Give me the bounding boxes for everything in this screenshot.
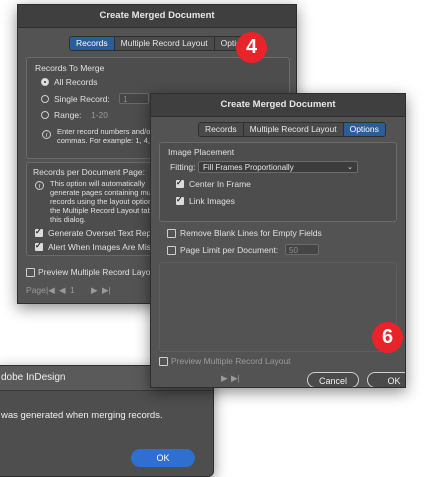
- records-per-page-info-3: records using the layout option: [50, 197, 153, 206]
- range-radio[interactable]: [41, 111, 49, 119]
- records-per-page-info-1: This option will automatically: [50, 179, 146, 188]
- dialog-title: Create Merged Document: [18, 5, 296, 28]
- all-records-label: All Records: [54, 77, 98, 87]
- alert-ok-button[interactable]: OK: [131, 449, 195, 467]
- first-page-icon[interactable]: |◀: [46, 285, 55, 296]
- tab-options[interactable]: Options: [343, 123, 385, 136]
- next-page-icon[interactable]: ▶: [91, 285, 98, 296]
- alert-images-checkbox[interactable]: [35, 241, 43, 251]
- range-info-line1: Enter record numbers and/or: [57, 127, 153, 136]
- records-per-page-info-2: generate pages containing multi: [50, 188, 157, 197]
- alert-images-label: Alert When Images Are Missing: [48, 242, 167, 252]
- step-6-badge: 6: [372, 322, 403, 353]
- page-label: Page:: [26, 285, 49, 295]
- fitting-label: Fitting:: [170, 162, 196, 172]
- chevron-down-icon: ⌄: [347, 164, 353, 171]
- dialog-title: Create Merged Document: [151, 94, 405, 117]
- tab-records[interactable]: Records: [199, 123, 244, 136]
- preview-checkbox[interactable]: [26, 268, 35, 277]
- remove-blank-lines-checkbox[interactable]: [167, 229, 176, 238]
- ok-button[interactable]: OK: [367, 372, 405, 387]
- single-record-field[interactable]: 1: [119, 93, 149, 104]
- tab-multiple-record-layout[interactable]: Multiple Record Layout: [115, 37, 215, 50]
- tab-bar: Records Multiple Record Layout Options: [69, 36, 257, 51]
- last-page-icon[interactable]: ▶|: [231, 373, 240, 384]
- link-images-label: Link Images: [189, 196, 235, 206]
- records-to-merge-heading: Records To Merge: [35, 63, 105, 73]
- tab-multiple-record-layout[interactable]: Multiple Record Layout: [244, 123, 344, 136]
- next-page-icon[interactable]: ▶: [221, 373, 228, 384]
- alert-title: dobe InDesign: [1, 372, 66, 383]
- info-icon: i: [42, 130, 51, 139]
- preview-checkbox[interactable]: [159, 357, 168, 366]
- image-placement-heading: Image Placement: [168, 147, 235, 157]
- center-in-frame-checkbox[interactable]: [176, 178, 184, 188]
- range-field[interactable]: 1-20: [91, 110, 108, 120]
- range-label: Range:: [54, 110, 82, 120]
- page-limit-field[interactable]: 50: [285, 244, 319, 255]
- single-record-label: Single Record:: [54, 94, 110, 104]
- page-number: 1: [70, 285, 75, 295]
- remove-blank-lines-label: Remove Blank Lines for Empty Fields: [180, 228, 322, 238]
- options-empty-area: [159, 262, 397, 352]
- generate-overset-checkbox[interactable]: [35, 227, 43, 237]
- cancel-button[interactable]: Cancel: [307, 372, 359, 387]
- alert-message: was generated when merging records.: [1, 410, 163, 421]
- step-4-badge: 4: [236, 32, 267, 63]
- tab-records[interactable]: Records: [70, 37, 115, 50]
- all-records-radio[interactable]: [41, 78, 49, 86]
- create-merged-document-dialog-options: Create Merged Document Records Multiple …: [150, 93, 406, 388]
- page-limit-checkbox[interactable]: [167, 246, 176, 255]
- prev-page-icon[interactable]: ◀: [59, 285, 66, 296]
- records-per-page-heading: Records per Document Page:: [33, 167, 145, 177]
- records-per-page-info-4: the Multiple Record Layout tab: [50, 206, 152, 215]
- center-in-frame-label: Center In Frame: [189, 179, 251, 189]
- page-limit-label: Page Limit per Document:: [180, 245, 279, 255]
- link-images-checkbox[interactable]: [176, 195, 184, 205]
- info-icon: i: [35, 181, 44, 190]
- single-record-radio[interactable]: [41, 95, 49, 103]
- last-page-icon[interactable]: ▶|: [102, 285, 111, 296]
- preview-label: Preview Multiple Record Layout: [38, 267, 158, 277]
- range-info-line2: commas. For example: 1, 4,: [57, 136, 150, 145]
- fitting-select[interactable]: Fill Frames Proportionally ⌄: [198, 161, 358, 173]
- generate-overset-label: Generate Overset Text Report: [48, 228, 162, 238]
- preview-label: Preview Multiple Record Layout: [171, 356, 291, 366]
- image-placement-panel: Image Placement Fitting: Fill Frames Pro…: [159, 142, 397, 222]
- records-per-page-info-5: this dialog.: [50, 215, 86, 224]
- tab-bar: Records Multiple Record Layout Options: [198, 122, 386, 137]
- fitting-value: Fill Frames Proportionally: [203, 163, 294, 172]
